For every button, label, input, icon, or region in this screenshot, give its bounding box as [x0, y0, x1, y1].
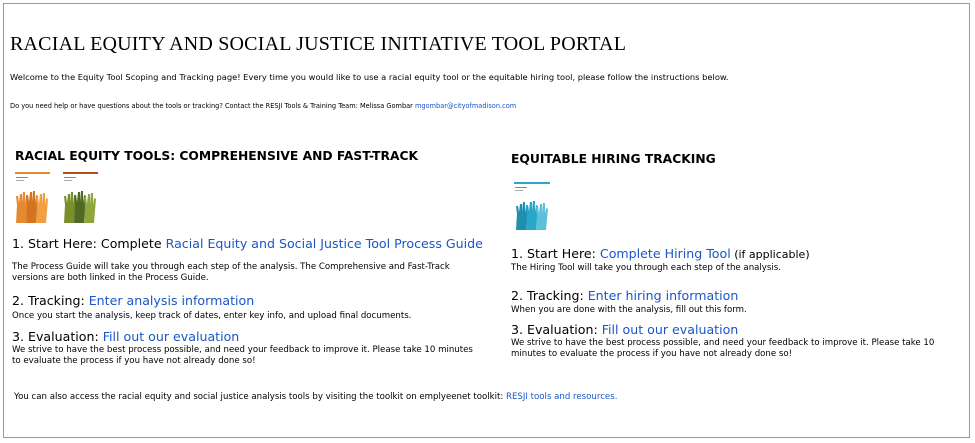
right-step-3: 3. Evaluation: Fill out our evaluation	[511, 322, 738, 337]
help-text: Do you need help or have questions about…	[10, 102, 516, 110]
right-step-1-label: 1. Start Here:	[511, 246, 600, 261]
right-step-2-description: When you are done with the analysis, fil…	[511, 305, 747, 315]
left-step-2-label: 2. Tracking:	[12, 293, 89, 308]
right-step-2-label: 2. Tracking:	[511, 288, 588, 303]
right-step-1-description: The Hiring Tool will take you through ea…	[511, 263, 781, 273]
complete-hiring-tool-link[interactable]: Complete Hiring Tool	[600, 246, 731, 261]
help-email-link[interactable]: mgombar@cityofmadison.com	[415, 102, 516, 110]
right-step-2: 2. Tracking: Enter hiring information	[511, 288, 738, 303]
comprehensive-tool-thumbnail-icon[interactable]	[14, 170, 51, 223]
left-step-1-description: The Process Guide will take you through …	[12, 262, 450, 283]
hiring-tool-thumbnail-icon[interactable]	[513, 180, 551, 230]
left-step-3: 3. Evaluation: Fill out our evaluation	[12, 329, 239, 344]
footer-label: You can also access the racial equity an…	[14, 392, 507, 402]
racial-equity-tools-heading: RACIAL EQUITY TOOLS: COMPREHENSIVE AND F…	[15, 149, 419, 163]
resji-tools-link[interactable]: RESJI tools and resources.	[506, 392, 617, 402]
right-step-1: 1. Start Here: Complete Hiring Tool (if …	[511, 246, 810, 261]
left-step-3-description: We strive to have the best process possi…	[12, 345, 473, 366]
left-step-3-label: 3. Evaluation:	[12, 329, 103, 344]
left-step-2-description: Once you start the analysis, keep track …	[12, 311, 412, 321]
process-guide-link[interactable]: Racial Equity and Social Justice Tool Pr…	[166, 236, 483, 251]
enter-analysis-information-link[interactable]: Enter analysis information	[89, 293, 254, 308]
left-step-1-label: 1. Start Here: Complete	[12, 236, 166, 251]
right-evaluation-link[interactable]: Fill out our evaluation	[602, 322, 739, 337]
right-step-3-label: 3. Evaluation:	[511, 322, 602, 337]
right-step-3-description: We strive to have the best process possi…	[511, 338, 935, 359]
footer-text: You can also access the racial equity an…	[14, 392, 617, 402]
left-evaluation-link[interactable]: Fill out our evaluation	[103, 329, 240, 344]
enter-hiring-information-link[interactable]: Enter hiring information	[588, 288, 739, 303]
page-title: RACIAL EQUITY AND SOCIAL JUSTICE INITIAT…	[10, 33, 627, 55]
if-applicable-note: (if applicable)	[730, 248, 810, 261]
welcome-text: Welcome to the Equity Tool Scoping and T…	[10, 72, 729, 82]
left-step-2: 2. Tracking: Enter analysis information	[12, 293, 254, 308]
left-step-1: 1. Start Here: Complete Racial Equity an…	[12, 236, 483, 251]
help-label: Do you need help or have questions about…	[10, 102, 415, 110]
equitable-hiring-heading: EQUITABLE HIRING TRACKING	[511, 152, 716, 166]
fast-track-tool-thumbnail-icon[interactable]	[62, 170, 99, 223]
page-frame	[3, 3, 970, 438]
